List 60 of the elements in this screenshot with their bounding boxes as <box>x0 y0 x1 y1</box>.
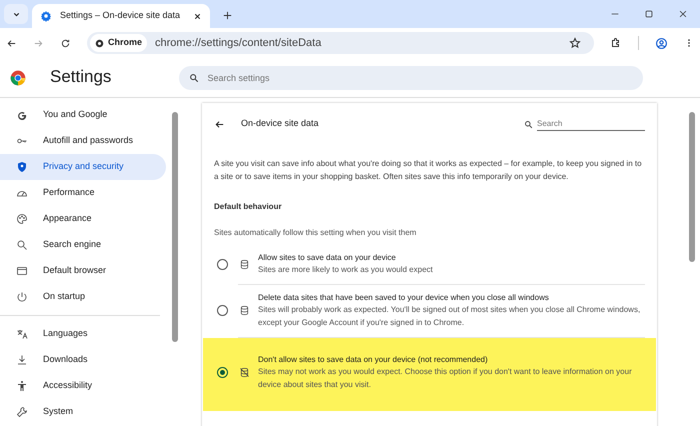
section-heading: Default behaviour <box>214 201 283 214</box>
sidebar-item[interactable]: On startup <box>0 284 166 310</box>
search-icon <box>16 239 28 251</box>
option-description: Sites will probably work as expected. You'll be signed out of most sites when you close all Chrome windows, except your Google Account if you're signed in to Chrome. <box>258 304 642 329</box>
sidebar-item[interactable]: Default browser <box>0 258 166 284</box>
radio-button[interactable] <box>217 367 228 378</box>
accessibility-icon <box>16 380 28 392</box>
section-title: On-device site data <box>241 117 319 130</box>
search-field[interactable]: Search settings <box>179 66 644 90</box>
option-title: Allow sites to save data on your device <box>258 252 397 264</box>
radio-button[interactable] <box>217 305 228 316</box>
search-icon <box>524 120 533 128</box>
sidebar-item[interactable]: Autofill and passwords <box>0 128 166 154</box>
url-text: chrome://settings/content/siteData <box>155 36 322 51</box>
sidebar-item[interactable]: Appearance <box>0 206 166 232</box>
section-subtitle: Sites automatically follow this setting when you visit them <box>214 227 418 240</box>
option-title: Delete data sites that have been saved to your device when you close all windows <box>258 292 550 304</box>
maximize-icon[interactable] <box>644 9 654 19</box>
address-bar[interactable]: Chrome chrome://settings/content/siteData <box>87 32 594 54</box>
reload-icon[interactable] <box>60 38 71 48</box>
sidebar-item[interactable]: Languages <box>0 321 166 347</box>
chrome-logo-icon <box>10 70 26 86</box>
palette-icon <box>16 213 28 225</box>
gear-icon <box>40 10 52 22</box>
translate-icon <box>16 328 28 340</box>
back-icon[interactable] <box>6 38 17 48</box>
profile-icon[interactable] <box>655 36 668 50</box>
shield-icon <box>16 161 28 173</box>
database-icon <box>239 305 250 316</box>
option-title: Don't allow sites to save data on your device (not recommended) <box>258 354 489 366</box>
page-title: Settings <box>50 67 112 88</box>
wrench-icon <box>16 406 28 418</box>
sidebar-item[interactable]: Performance <box>0 180 166 206</box>
database-icon <box>239 259 250 270</box>
sidebar-item[interactable]: You and Google <box>0 102 166 128</box>
download-icon <box>16 354 28 366</box>
sidebar-item[interactable]: Accessibility <box>0 373 166 399</box>
close-icon[interactable] <box>193 12 202 20</box>
back-icon[interactable] <box>214 118 225 130</box>
sidebar-item[interactable]: System <box>0 399 166 425</box>
extensions-icon[interactable] <box>610 37 622 49</box>
sidebar-item[interactable]: Privacy and security <box>0 154 166 180</box>
radio-button[interactable] <box>217 259 228 270</box>
search-icon <box>189 72 200 82</box>
sidebar-item[interactable]: Search engine <box>0 232 166 258</box>
close-icon[interactable] <box>678 9 688 19</box>
option-description: Sites are more likely to work as you would expect <box>258 264 433 276</box>
option-description: Sites may not work as you would expect. Choose this option if you don't want to leave information on your device about sites that you visit. <box>258 366 633 391</box>
sidebar-item[interactable]: Downloads <box>0 347 166 373</box>
star-icon[interactable] <box>569 37 581 49</box>
browser-tab[interactable]: Settings – On-device site data <box>32 4 210 28</box>
database-off-icon <box>239 367 250 378</box>
google-icon <box>16 109 28 121</box>
window-icon <box>16 265 28 277</box>
chrome-icon <box>95 38 104 48</box>
search-field[interactable]: Search <box>537 118 645 130</box>
power-icon <box>16 291 28 303</box>
new-tab-icon[interactable] <box>222 10 233 21</box>
site-chip[interactable]: Chrome <box>90 34 148 52</box>
intro-text: A site you visit can save info about what you're doing so that it works as expected – for example, to keep you signed in to a site or to save items in your shopping basket. Often sites save this info temporarily on your device. <box>214 158 643 184</box>
